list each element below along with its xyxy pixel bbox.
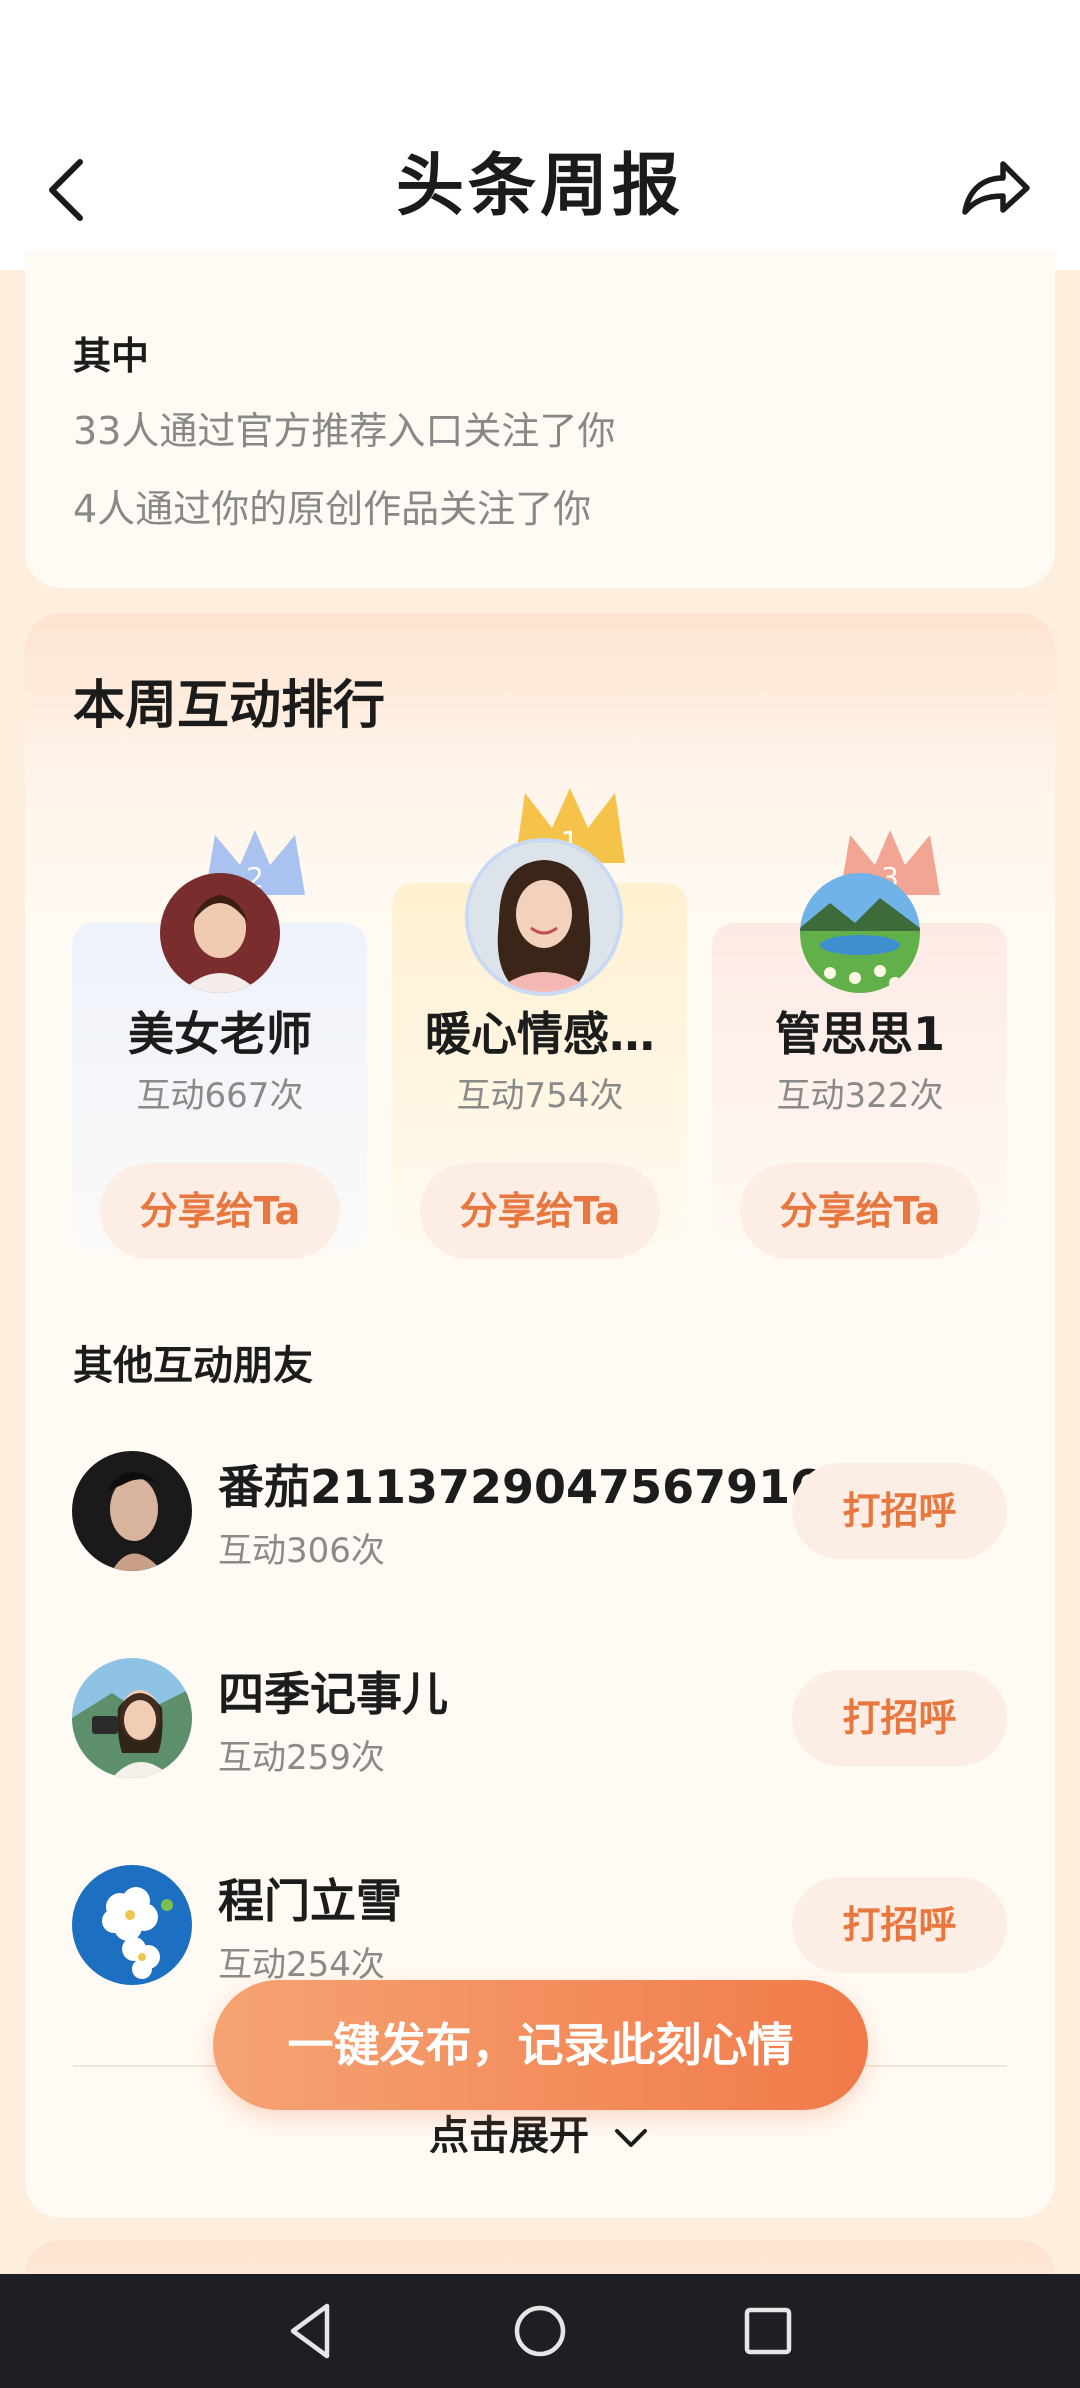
avatar[interactable] <box>465 838 623 996</box>
nav-back-button[interactable] <box>275 2296 345 2366</box>
top-user-name: 管思思1 <box>774 1007 945 1061</box>
avatar-photo-icon <box>72 1451 192 1571</box>
follower-summary-card: 其中 33人通过官方推荐入口关注了你 4人通过你的原创作品关注了你 <box>25 250 1055 588</box>
nav-recents-button[interactable] <box>733 2296 803 2366</box>
share-to-button[interactable]: 分享给Ta <box>420 1163 660 1259</box>
triangle-back-icon <box>290 2303 330 2359</box>
others-title: 其他互动朋友 <box>73 1343 313 1389</box>
system-nav-bar <box>0 2274 1080 2388</box>
circle-home-icon <box>514 2305 566 2357</box>
avatar-photo-icon <box>72 1865 192 1985</box>
summary-heading: 其中 <box>73 334 150 378</box>
avatar-photo-icon <box>469 842 619 992</box>
share-to-button[interactable]: 分享给Ta <box>740 1163 980 1259</box>
summary-line: 33人通过官方推荐入口关注了你 <box>73 409 616 453</box>
avatar[interactable] <box>72 1865 192 1985</box>
avatar[interactable] <box>72 1451 192 1571</box>
expand-label: 点击展开 <box>429 2113 590 2159</box>
list-item: 四季记事儿 互动259次 打招呼 <box>25 1658 1055 1798</box>
list-item: 番茄2113729047567916 互动306次 打招呼 <box>25 1451 1055 1591</box>
greet-button[interactable]: 打招呼 <box>792 1670 1007 1766</box>
top-bar: 头条周报 <box>0 0 1080 270</box>
share-to-button[interactable]: 分享给Ta <box>100 1163 340 1259</box>
interaction-ranking-card: 本周互动排行 2 美女老师 互动667次 分享给Ta 1 暖心情感… 互动754… <box>25 613 1055 2218</box>
avatar[interactable] <box>800 873 920 993</box>
greet-button[interactable]: 打招呼 <box>792 1463 1007 1559</box>
friend-name: 四季记事儿 <box>218 1667 448 1721</box>
share-icon <box>962 161 1030 215</box>
friend-name: 程门立雪 <box>218 1874 402 1928</box>
friend-name: 番茄2113729047567916 <box>218 1460 823 1514</box>
square-recents-icon <box>744 2307 792 2355</box>
avatar[interactable] <box>72 1658 192 1778</box>
nav-home-button[interactable] <box>505 2296 575 2366</box>
greet-button[interactable]: 打招呼 <box>792 1877 1007 1973</box>
publish-button[interactable]: 一键发布，记录此刻心情 <box>213 1980 868 2110</box>
top-user-name: 暖心情感… <box>425 1007 655 1061</box>
top-user-name: 美女老师 <box>128 1007 312 1061</box>
chevron-down-icon <box>614 2129 647 2147</box>
summary-line: 4人通过你的原创作品关注了你 <box>73 487 592 531</box>
interaction-count: 互动322次 <box>776 1076 944 1116</box>
avatar[interactable] <box>160 873 280 993</box>
section-title: 本周互动排行 <box>73 676 386 736</box>
interaction-count: 互动259次 <box>218 1738 385 1778</box>
avatar-photo-icon <box>800 873 920 993</box>
expand-button[interactable]: 点击展开 <box>25 2103 1055 2161</box>
interaction-count: 互动667次 <box>136 1076 304 1116</box>
avatar-photo-icon <box>160 873 280 993</box>
interaction-count: 互动254次 <box>218 1945 385 1985</box>
share-button[interactable] <box>955 150 1035 230</box>
avatar-photo-icon <box>72 1658 192 1778</box>
interaction-count: 互动306次 <box>218 1531 385 1571</box>
interaction-count: 互动754次 <box>456 1076 624 1116</box>
page-title: 头条周报 <box>395 147 684 226</box>
